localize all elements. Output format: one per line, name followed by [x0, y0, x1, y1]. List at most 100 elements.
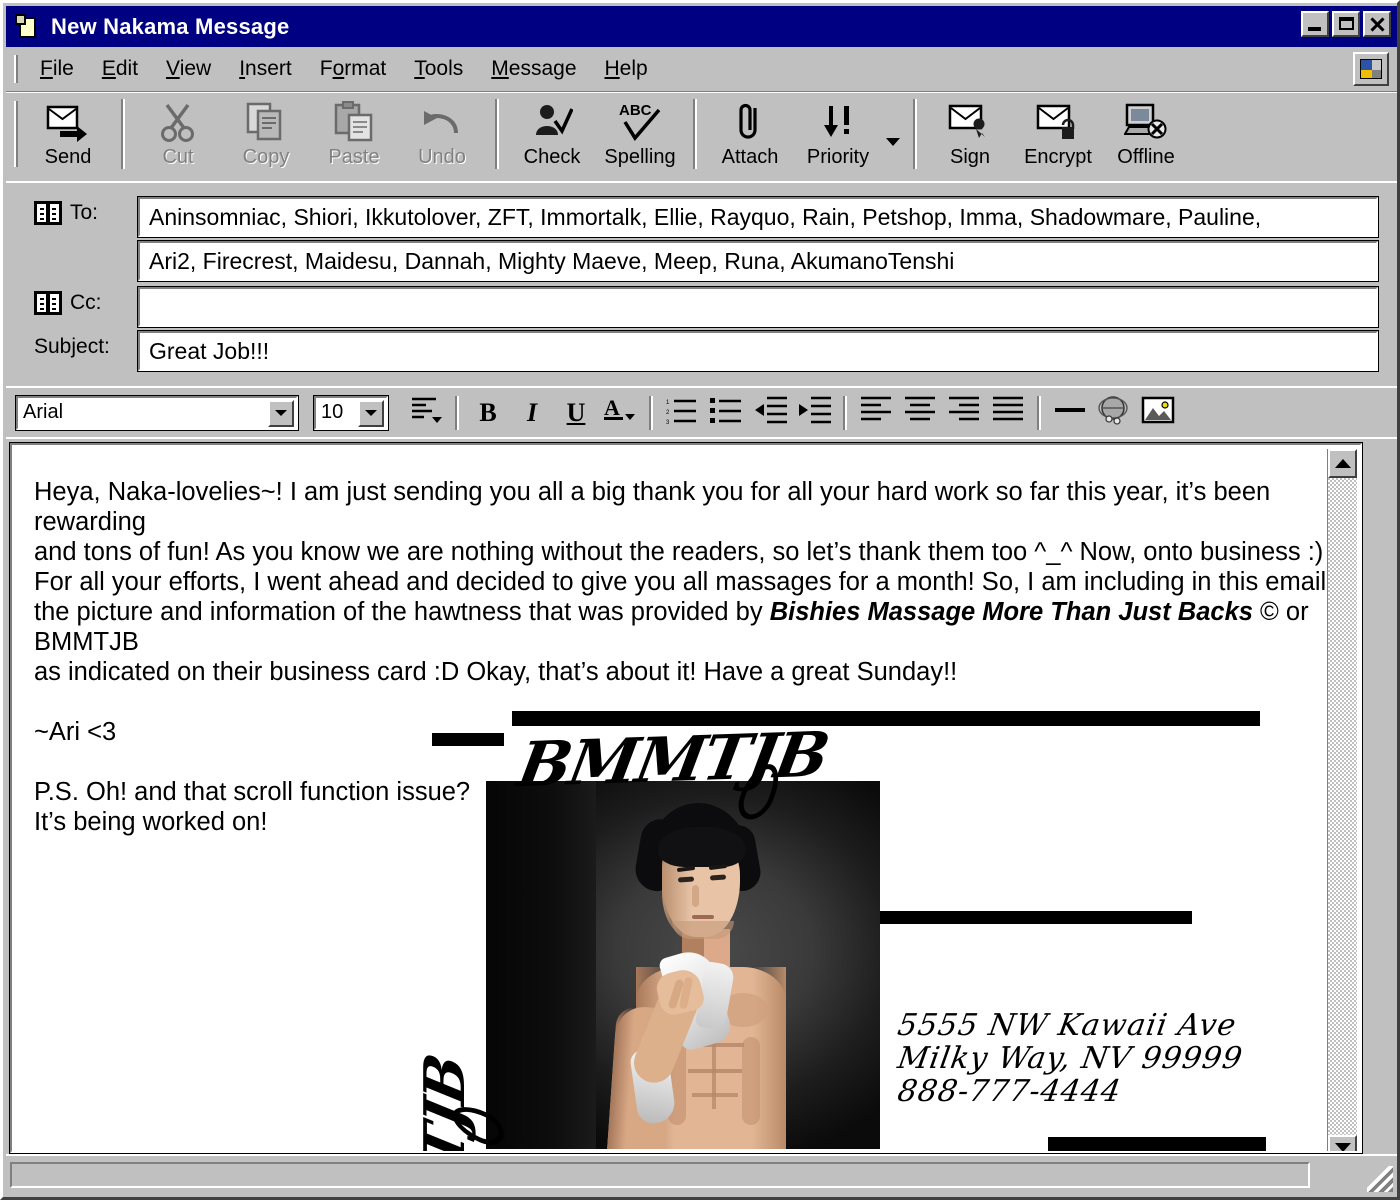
address-book-icon[interactable] — [34, 201, 62, 225]
scroll-down-button[interactable] — [1328, 1135, 1357, 1151]
envelope-lock-icon — [1036, 99, 1080, 145]
italic-button[interactable]: I — [510, 393, 554, 433]
undo-button[interactable]: Undo — [398, 93, 486, 173]
format-separator — [843, 395, 847, 430]
priority-button[interactable]: Priority — [794, 93, 882, 173]
increase-indent-button[interactable] — [792, 393, 836, 433]
paragraph-style-icon — [410, 395, 442, 430]
chevron-down-icon[interactable] — [268, 399, 294, 427]
to-field-line2[interactable]: Ari2, Firecrest, Maidesu, Dannah, Mighty… — [137, 240, 1379, 282]
cc-label-group[interactable]: Cc: — [34, 291, 102, 315]
body-vertical-scrollbar[interactable] — [1327, 449, 1357, 1151]
offline-button[interactable]: Offline — [1102, 93, 1190, 173]
font-name-combo[interactable]: Arial — [15, 394, 299, 431]
menu-item-format[interactable]: Format — [306, 55, 401, 83]
paste-clipboard-icon — [333, 99, 375, 145]
check-names-button[interactable]: Check — [508, 93, 596, 173]
bold-button[interactable]: B — [466, 393, 510, 433]
align-left-icon — [859, 395, 893, 430]
resize-grip[interactable] — [1367, 1166, 1393, 1192]
body-ps-line-1: P.S. Oh! and that scroll function issue? — [34, 778, 471, 806]
card-address-line-1: 5555 NW Kawaii Ave — [895, 1008, 1240, 1043]
menu-item-insert[interactable]: Insert — [225, 55, 306, 83]
toolbar-grip[interactable] — [14, 101, 18, 167]
to-label: To: — [70, 201, 99, 224]
svg-text:3: 3 — [666, 420, 670, 425]
paste-button[interactable]: Paste — [310, 93, 398, 173]
send-button[interactable]: Send — [24, 93, 112, 173]
underline-button[interactable]: U — [554, 393, 598, 433]
title-bar[interactable]: New Nakama Message — [6, 6, 1397, 47]
message-body-editor[interactable]: Heya, Naka-lovelies~! I am just sending … — [9, 442, 1363, 1154]
to-label-group[interactable]: To: — [34, 201, 98, 225]
subject-label-group: Subject: — [34, 335, 110, 359]
decrease-indent-icon — [753, 395, 787, 430]
bulleted-list-button[interactable] — [704, 393, 748, 433]
insert-hyperlink-button[interactable] — [1092, 393, 1136, 433]
decrease-indent-button[interactable] — [748, 393, 792, 433]
address-book-icon[interactable] — [34, 291, 62, 315]
paperclip-icon — [733, 99, 767, 145]
send-label: Send — [44, 146, 92, 168]
message-document-icon — [15, 13, 41, 40]
menu-item-edit[interactable]: Edit — [88, 55, 152, 83]
paste-label: Paste — [328, 146, 380, 168]
close-button[interactable] — [1363, 11, 1391, 37]
spelling-button[interactable]: ABC Spelling — [596, 93, 684, 173]
message-body-text[interactable]: Heya, Naka-lovelies~! I am just sending … — [34, 477, 1354, 837]
font-color-button[interactable]: A — [598, 393, 642, 433]
cc-field[interactable] — [137, 286, 1379, 328]
monitor-offline-icon — [1124, 99, 1168, 145]
ink-bar-middle-right — [842, 911, 1192, 924]
formatting-toolbar: Arial 10 B I U A 1 2 3 — [6, 386, 1397, 439]
font-size-value: 10 — [321, 401, 344, 423]
toolbar-separator — [121, 99, 125, 169]
card-address-line-3: 888-777-4444 — [895, 1074, 1124, 1109]
svg-text:2: 2 — [666, 410, 670, 416]
encrypt-label: Encrypt — [1024, 146, 1092, 168]
copy-button[interactable]: Copy — [222, 93, 310, 173]
menu-bar: File Edit View Insert Format Tools Messa… — [6, 47, 1397, 92]
body-ps-line-2: It’s being worked on! — [34, 808, 268, 836]
font-size-combo[interactable]: 10 — [313, 394, 389, 431]
cut-button[interactable]: Cut — [134, 93, 222, 173]
to-field-line1[interactable]: Aninsomniac, Shiori, Ikkutolover, ZFT, I… — [137, 196, 1379, 238]
insert-picture-button[interactable] — [1136, 393, 1180, 433]
justify-button[interactable] — [986, 393, 1030, 433]
align-center-button[interactable] — [898, 393, 942, 433]
scroll-up-button[interactable] — [1328, 449, 1357, 478]
menu-item-message[interactable]: Message — [477, 55, 590, 83]
check-names-icon — [531, 99, 573, 145]
priority-dropdown-arrow-icon[interactable] — [882, 93, 904, 173]
font-color-icon: A — [602, 394, 638, 431]
menu-item-file[interactable]: File — [26, 55, 88, 83]
ink-bar-bottom-right — [1048, 1137, 1266, 1151]
body-signature: ~Ari <3 — [34, 718, 117, 746]
increase-indent-icon — [797, 395, 831, 430]
format-separator — [1037, 395, 1041, 430]
align-left-button[interactable] — [854, 393, 898, 433]
insert-hyperlink-icon — [1097, 394, 1131, 431]
card-address-line-2: Milky Way, NV 99999 — [895, 1041, 1246, 1076]
attach-button[interactable]: Attach — [706, 93, 794, 173]
menu-item-help[interactable]: Help — [591, 55, 662, 83]
menu-item-view[interactable]: View — [152, 55, 225, 83]
bold-icon: B — [479, 397, 497, 427]
chevron-down-icon[interactable] — [358, 399, 384, 427]
sign-button[interactable]: Sign — [926, 93, 1014, 173]
horizontal-line-button[interactable] — [1048, 393, 1092, 433]
encrypt-button[interactable]: Encrypt — [1014, 93, 1102, 173]
envelope-sign-icon — [948, 99, 992, 145]
body-spacer-1 — [34, 687, 1354, 717]
email-compose-window: New Nakama Message File Edit View Insert… — [0, 0, 1400, 1200]
format-separator — [455, 395, 459, 430]
maximize-button[interactable] — [1332, 11, 1360, 37]
numbered-list-button[interactable]: 1 2 3 — [660, 393, 704, 433]
paragraph-style-button[interactable] — [404, 393, 448, 433]
menubar-grip[interactable] — [14, 55, 18, 83]
minimize-button[interactable] — [1301, 11, 1329, 37]
subject-field[interactable]: Great Job!!! — [137, 330, 1379, 372]
menu-item-tools[interactable]: Tools — [400, 55, 477, 83]
scrollbar-track[interactable] — [1328, 478, 1357, 1135]
align-right-button[interactable] — [942, 393, 986, 433]
